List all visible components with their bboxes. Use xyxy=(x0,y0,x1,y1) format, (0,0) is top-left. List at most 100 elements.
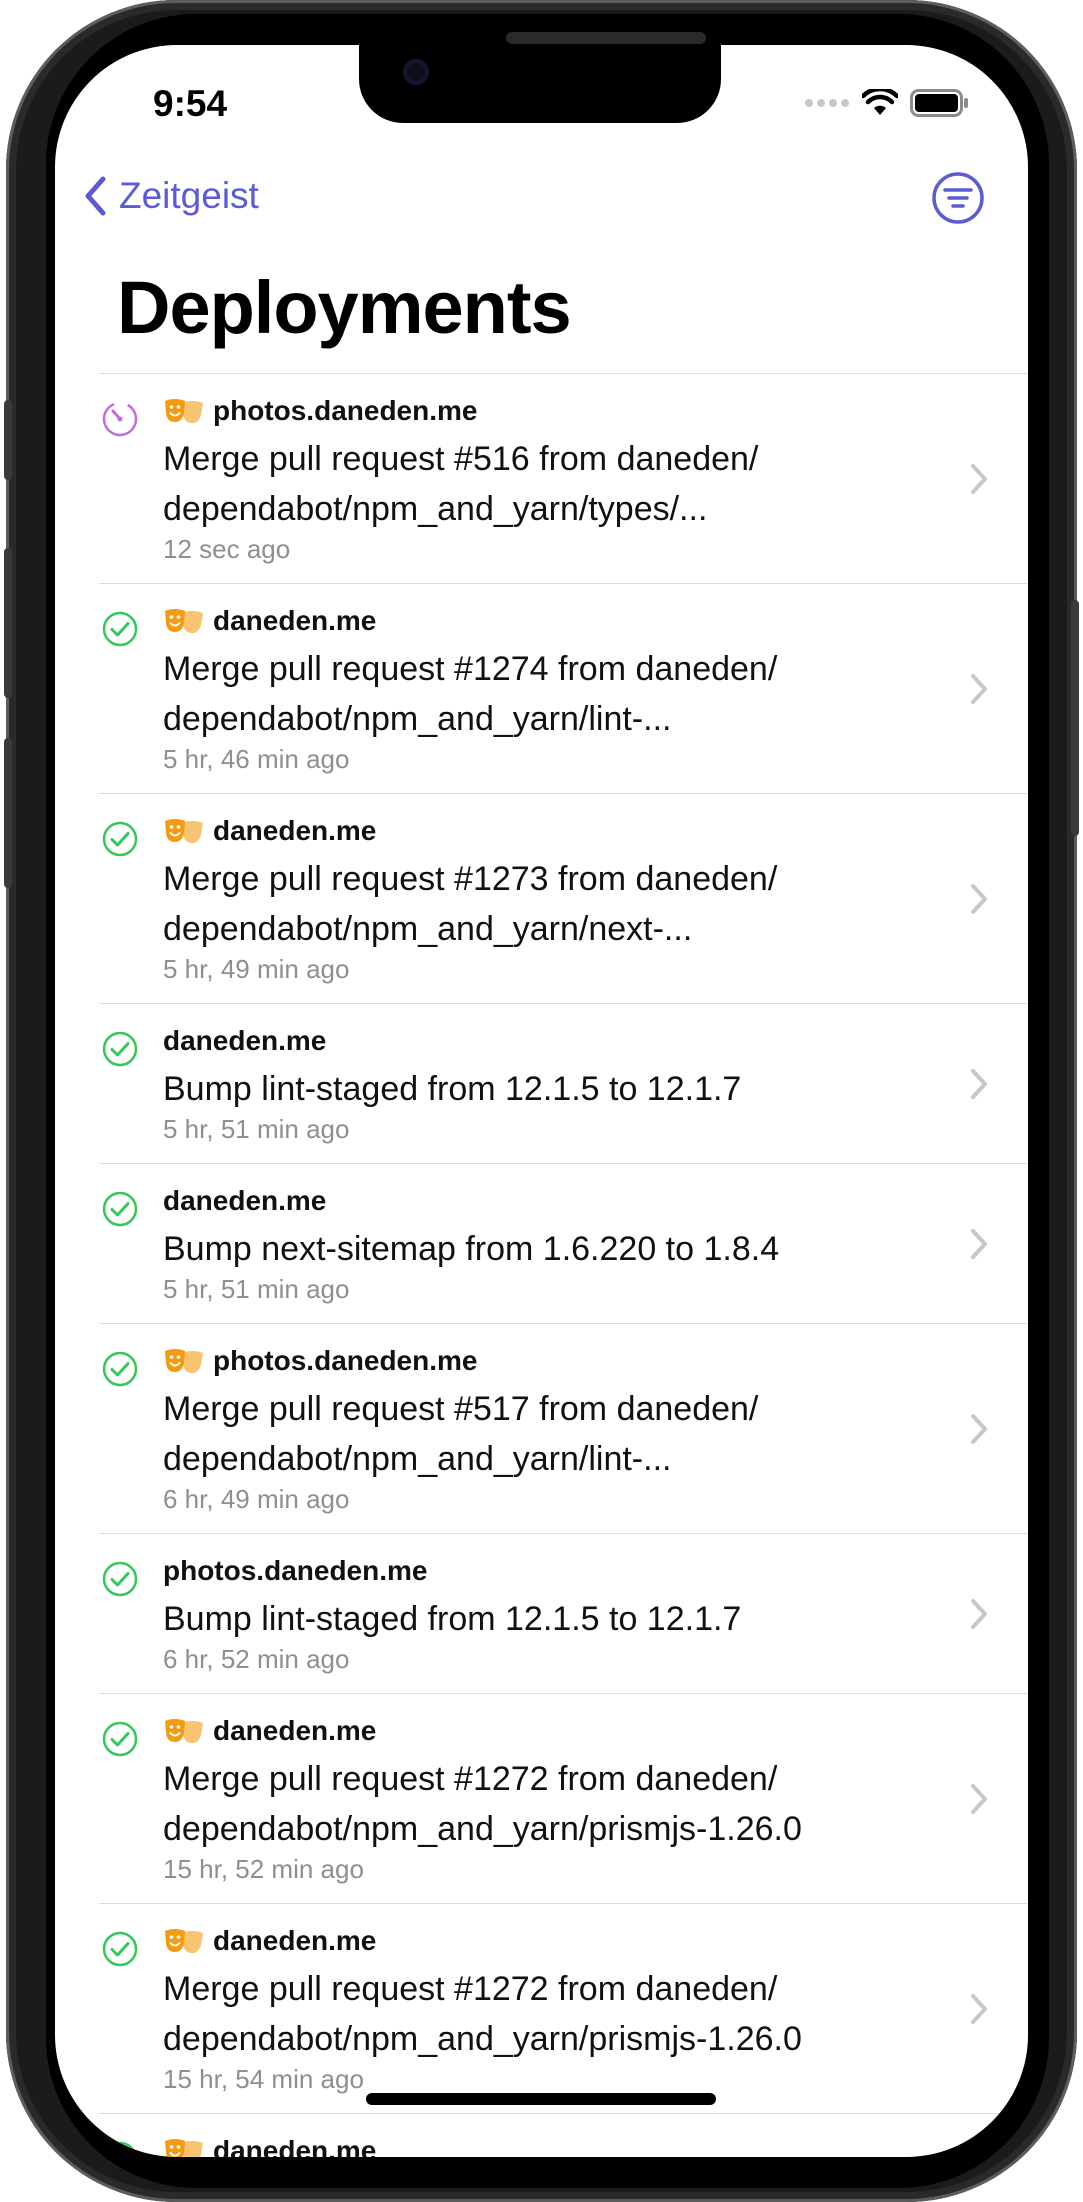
project-name: photos.daneden.me xyxy=(163,1555,428,1586)
back-button[interactable]: Zeitgeist xyxy=(83,175,259,217)
commit-message: Merge pull request #1272 from daneden/de… xyxy=(163,1754,948,1854)
chevron-right-icon xyxy=(971,674,987,704)
status-icons xyxy=(804,89,970,117)
project-name: photos.daneden.me xyxy=(213,395,478,426)
deployment-row[interactable]: daneden.me Merge pull request #1272 from … xyxy=(99,1693,1028,1903)
deployment-row[interactable]: daneden.me Merge pull request #1273 from … xyxy=(99,793,1028,1003)
deployment-row[interactable]: daneden.me Merge pull request #1272 from … xyxy=(99,1903,1028,2113)
deployment-time: 15 hr, 54 min ago xyxy=(163,2064,364,2094)
commit-message: Merge pull request #517 from daneden/dep… xyxy=(163,1384,948,1484)
deployment-details: daneden.me Merge pull request #1272 from … xyxy=(163,1924,948,2094)
deployment-time: 5 hr, 49 min ago xyxy=(163,954,350,984)
deployment-time: 15 hr, 52 min ago xyxy=(163,1854,364,1884)
commit-message-line: Bump lint-staged from 12.1.5 to 12.1.7 xyxy=(163,1070,742,1108)
power-button xyxy=(1071,600,1079,836)
signal-icon xyxy=(805,99,849,107)
deployment-header: daneden.me xyxy=(163,604,948,638)
commit-message-line: Merge pull request #1272 from daneden/ xyxy=(163,1760,778,1798)
home-indicator[interactable] xyxy=(366,2093,716,2105)
checkmark-circle-icon xyxy=(102,1191,138,1227)
volume-up-button xyxy=(4,548,12,698)
commit-message: Merge pull request #516 from daneden/dep… xyxy=(163,434,948,534)
commit-message-line: Bump lint-staged from 12.1.5 to 12.1.7 xyxy=(163,1600,742,1638)
deployment-details: daneden.me Bump lint-staged from 12.1.5 t… xyxy=(163,1024,948,1144)
checkmark-circle-icon xyxy=(102,2141,138,2157)
project-name: photos.daneden.me xyxy=(213,1345,478,1376)
project-name: daneden.me xyxy=(163,1185,327,1216)
checkmark-circle-icon xyxy=(102,1721,138,1757)
project-name: daneden.me xyxy=(213,1715,377,1746)
deployment-header: photos.daneden.me xyxy=(163,1344,948,1378)
commit-message: Merge pull request #1274 from daneden/de… xyxy=(163,644,948,744)
deployment-details: daneden.me xyxy=(163,2134,948,2157)
battery-icon xyxy=(910,89,968,117)
deployment-time: 5 hr, 46 min ago xyxy=(163,744,350,774)
theater-masks-icon xyxy=(165,1929,203,1954)
page-title: Deployments xyxy=(117,266,572,349)
commit-message-line: dependabot/npm_and_yarn/types/... xyxy=(163,490,708,528)
commit-message-line: dependabot/npm_and_yarn/prismjs-1.26.0 xyxy=(163,1810,802,1848)
theater-masks-icon xyxy=(165,1349,203,1374)
checkmark-circle-icon xyxy=(102,611,138,647)
deployment-row[interactable]: photos.daneden.me Merge pull request #516… xyxy=(99,373,1028,583)
deployment-details: photos.daneden.me Bump lint-staged from 1… xyxy=(163,1554,948,1674)
commit-message-line: Bump next-sitemap from 1.6.220 to 1.8.4 xyxy=(163,1230,780,1268)
deployment-row[interactable]: daneden.me Bump lint-staged from 12.1.5 t… xyxy=(99,1003,1028,1163)
commit-message-line: Merge pull request #516 from daneden/ xyxy=(163,440,759,478)
deployment-time: 5 hr, 51 min ago xyxy=(163,1274,350,1304)
deployment-header: daneden.me xyxy=(163,1184,948,1218)
chevron-left-icon xyxy=(85,176,106,216)
project-name: daneden.me xyxy=(213,1925,377,1956)
chevron-right-icon xyxy=(971,1599,987,1629)
checkmark-circle-icon xyxy=(102,1351,138,1387)
filter-icon[interactable] xyxy=(931,171,985,225)
deployment-details: daneden.me Merge pull request #1272 from … xyxy=(163,1714,948,1884)
checkmark-circle-icon xyxy=(102,821,138,857)
earpiece-speaker xyxy=(506,32,706,44)
deployment-details: daneden.me Merge pull request #1274 from … xyxy=(163,604,948,774)
commit-message-line: Merge pull request #517 from daneden/ xyxy=(163,1390,759,1428)
deployment-row[interactable]: photos.daneden.me Merge pull request #517… xyxy=(99,1323,1028,1533)
deployment-header: daneden.me xyxy=(163,814,948,848)
project-name: daneden.me xyxy=(213,605,377,636)
deployment-header: photos.daneden.me xyxy=(163,1554,948,1588)
project-name: daneden.me xyxy=(213,815,377,846)
deployment-details: photos.daneden.me Merge pull request #516… xyxy=(163,394,948,564)
commit-message-line: dependabot/npm_and_yarn/prismjs-1.26.0 xyxy=(163,2020,802,2058)
deployment-row[interactable]: photos.daneden.me Bump lint-staged from 1… xyxy=(99,1533,1028,1693)
commit-message-line: Merge pull request #1274 from daneden/ xyxy=(163,650,778,688)
chevron-right-icon xyxy=(971,1069,987,1099)
notch xyxy=(359,45,721,123)
deployment-list: photos.daneden.me Merge pull request #516… xyxy=(99,373,1028,2157)
deployment-details: daneden.me Merge pull request #1273 from … xyxy=(163,814,948,984)
commit-message-line: dependabot/npm_and_yarn/lint-... xyxy=(163,1440,672,1478)
theater-masks-icon xyxy=(165,2139,203,2157)
volume-down-button xyxy=(4,738,12,888)
status-time: 9:54 xyxy=(153,83,228,124)
deployment-header: daneden.me xyxy=(163,1924,948,1958)
commit-message: Bump next-sitemap from 1.6.220 to 1.8.4 xyxy=(163,1224,948,1274)
deployment-time: 6 hr, 52 min ago xyxy=(163,1644,350,1674)
theater-masks-icon xyxy=(165,1719,203,1744)
deployment-header: daneden.me xyxy=(163,2134,948,2157)
commit-message-line: dependabot/npm_and_yarn/lint-... xyxy=(163,700,672,738)
wifi-icon xyxy=(862,89,898,115)
deployment-row[interactable]: daneden.me Bump next-sitemap from 1.6.220… xyxy=(99,1163,1028,1323)
timer-icon xyxy=(102,401,138,437)
deployment-row[interactable]: daneden.me xyxy=(99,2113,1028,2157)
commit-message: Bump lint-staged from 12.1.5 to 12.1.7 xyxy=(163,1064,948,1114)
back-label: Zeitgeist xyxy=(119,175,259,216)
commit-message-line: dependabot/npm_and_yarn/next-... xyxy=(163,910,693,948)
checkmark-circle-icon xyxy=(102,1031,138,1067)
navigation-bar: Zeitgeist xyxy=(55,172,1028,255)
deployment-time: 12 sec ago xyxy=(163,534,291,564)
front-camera xyxy=(403,59,429,85)
deployment-header: daneden.me xyxy=(163,1024,948,1058)
project-name: daneden.me xyxy=(163,1025,327,1056)
chevron-right-icon xyxy=(971,884,987,914)
deployment-time: 6 hr, 49 min ago xyxy=(163,1484,350,1514)
mute-switch xyxy=(4,400,12,480)
deployment-row[interactable]: daneden.me Merge pull request #1274 from … xyxy=(99,583,1028,793)
commit-message: Bump lint-staged from 12.1.5 to 12.1.7 xyxy=(163,1594,948,1644)
deployment-time: 5 hr, 51 min ago xyxy=(163,1114,350,1144)
